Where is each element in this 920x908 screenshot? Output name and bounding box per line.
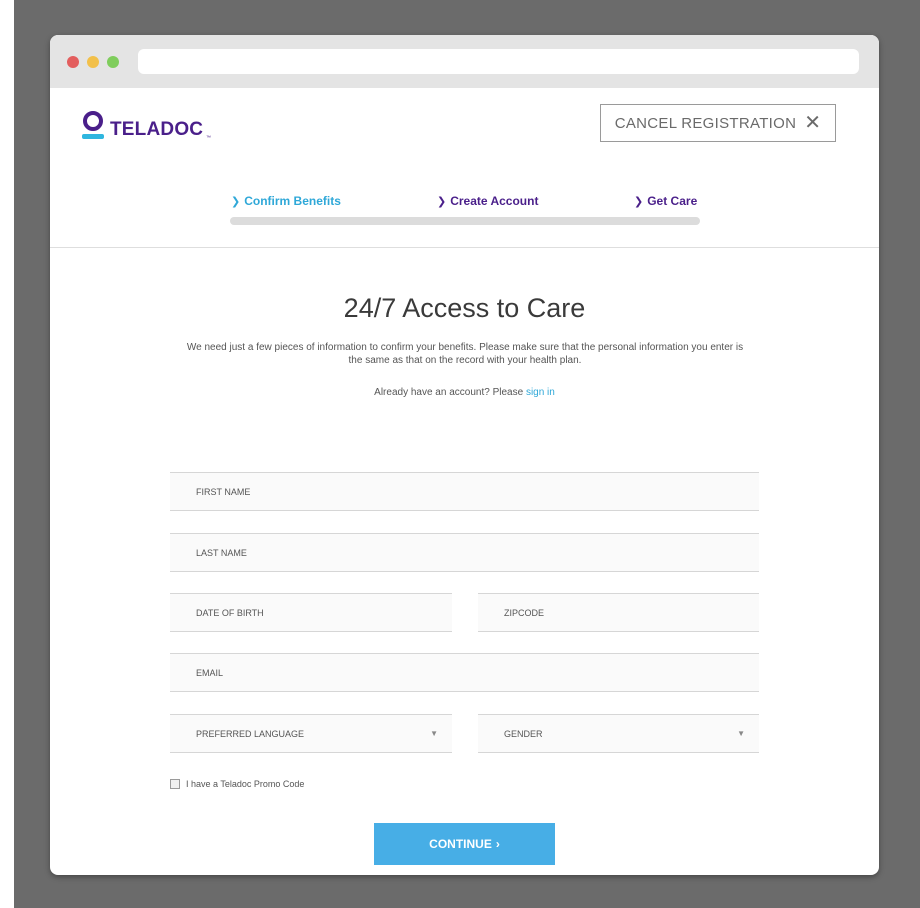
address-bar[interactable] — [138, 49, 859, 74]
step-create-account: ❯ Create Account — [437, 194, 538, 208]
teladoc-logo[interactable]: TELADOC ™ — [82, 109, 222, 143]
first-name-input[interactable] — [170, 473, 759, 510]
cancel-registration-label: CANCEL REGISTRATION — [614, 114, 797, 132]
zipcode-field — [478, 593, 759, 632]
chevron-right-icon: › — [495, 837, 500, 851]
logo-bar-icon — [82, 134, 104, 139]
page-title: 24/7 Access to Care — [343, 293, 586, 323]
gender-select[interactable]: GENDER ▼ — [478, 714, 759, 753]
email-field — [170, 653, 759, 692]
promo-code-option[interactable]: I have a Teladoc Promo Code — [170, 779, 304, 789]
continue-button[interactable]: CONTINUE › — [374, 823, 555, 865]
step-label: Get Care — [647, 194, 698, 208]
logo-trademark: ™ — [206, 135, 211, 141]
caret-down-icon: ▼ — [430, 729, 438, 738]
promo-code-label: I have a Teladoc Promo Code — [186, 779, 305, 789]
signin-prefix: Already have an account? Please — [374, 387, 526, 398]
email-input[interactable] — [170, 654, 759, 691]
last-name-input[interactable] — [170, 534, 759, 571]
first-name-field — [170, 472, 759, 511]
step-confirm-benefits: ❯ Confirm Benefits — [231, 194, 341, 208]
continue-label: CONTINUE — [429, 837, 492, 851]
logo-text: TELADOC — [110, 119, 204, 140]
browser-chrome — [50, 35, 879, 88]
zipcode-input[interactable] — [478, 594, 759, 631]
gender-label: GENDER — [504, 729, 543, 739]
signin-prompt: Already have an account? Please sign in — [50, 387, 879, 398]
browser-window: TELADOC ™ CANCEL REGISTRATION ✕ ❯ Confir… — [50, 35, 879, 875]
chevron-right-icon: ❯ — [231, 195, 241, 208]
page-subtitle: We need just a few pieces of information… — [186, 342, 744, 366]
caret-down-icon: ▼ — [737, 729, 745, 738]
preferred-language-label: PREFERRED LANGUAGE — [196, 729, 305, 739]
chevron-right-icon: ❯ — [634, 195, 644, 208]
date-of-birth-input[interactable] — [170, 594, 452, 631]
preferred-language-select[interactable]: PREFERRED LANGUAGE ▼ — [170, 714, 452, 753]
minimize-window-dot[interactable] — [87, 56, 99, 68]
step-get-care: ❯ Get Care — [634, 194, 697, 208]
cancel-registration-button[interactable]: CANCEL REGISTRATION ✕ — [600, 104, 836, 142]
close-window-dot[interactable] — [67, 56, 79, 68]
date-of-birth-field — [170, 593, 452, 632]
step-label: Create Account — [450, 194, 539, 208]
close-icon: ✕ — [804, 112, 822, 134]
promo-code-checkbox[interactable] — [170, 779, 180, 789]
step-label: Confirm Benefits — [244, 194, 341, 208]
header-divider — [50, 247, 879, 248]
chevron-right-icon: ❯ — [437, 195, 447, 208]
sign-in-link[interactable]: sign in — [526, 387, 555, 398]
logo-circle-icon — [83, 111, 103, 131]
maximize-window-dot[interactable] — [107, 56, 119, 68]
last-name-field — [170, 533, 759, 572]
progress-bar — [230, 217, 700, 225]
